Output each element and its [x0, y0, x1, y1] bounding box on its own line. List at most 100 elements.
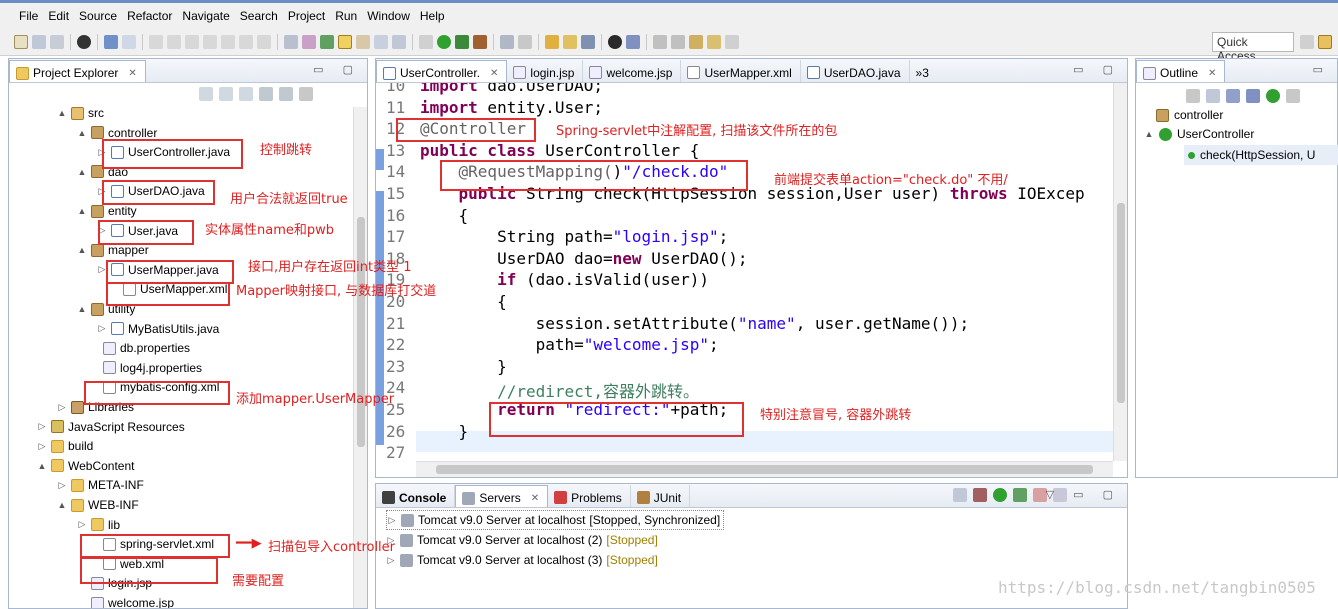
- chevron-right-icon[interactable]: ▷: [57, 402, 67, 413]
- code-line[interactable]: path="welcome.jsp";: [420, 335, 719, 354]
- hide-fields-icon[interactable]: [1226, 89, 1240, 103]
- next-annotation-icon[interactable]: [653, 34, 667, 49]
- chevron-right-icon[interactable]: ▷: [97, 147, 107, 158]
- new-class-icon[interactable]: [518, 34, 532, 49]
- tree-item[interactable]: ▷ UserMapper.java: [97, 260, 219, 280]
- close-icon[interactable]: ✕: [128, 68, 136, 79]
- profile-server-icon[interactable]: [1013, 488, 1027, 502]
- hide-static-icon[interactable]: [1246, 89, 1260, 103]
- word-wrap-icon[interactable]: [356, 34, 370, 49]
- tab-userdao-java[interactable]: UserDAO.java: [801, 60, 910, 82]
- last-edit-icon[interactable]: [689, 34, 703, 49]
- save-all-icon[interactable]: [50, 34, 64, 49]
- mark-occurrences-icon[interactable]: [338, 34, 352, 49]
- menu-refactor[interactable]: Refactor: [122, 9, 177, 23]
- chevron-down-icon[interactable]: ▲: [77, 128, 87, 138]
- forward-icon[interactable]: [725, 34, 739, 49]
- tree-item[interactable]: UserMapper.xml: [109, 279, 227, 299]
- code-line[interactable]: }: [420, 357, 507, 376]
- skip-breakpoints-icon[interactable]: [122, 34, 136, 49]
- task-icon[interactable]: [302, 34, 316, 49]
- save-icon[interactable]: [32, 34, 46, 49]
- explorer-scrollbar[interactable]: [353, 107, 367, 608]
- open-perspective-icon[interactable]: [1300, 34, 1314, 49]
- tree-item[interactable]: ▷ User.java: [97, 221, 179, 241]
- tree-item[interactable]: ▲ mapper: [77, 240, 149, 260]
- tab-usercontroller[interactable]: UserController. ✕: [376, 60, 508, 82]
- code-area[interactable]: 10 import dao.UserDAO; 11 import entity.Use…: [376, 83, 1127, 461]
- chevron-down-icon[interactable]: ▲: [77, 304, 87, 314]
- chevron-right-icon[interactable]: ▷: [57, 480, 67, 491]
- globe-icon[interactable]: [608, 34, 622, 49]
- menu-project[interactable]: Project: [283, 9, 330, 23]
- chevron-down-icon[interactable]: ▲: [37, 461, 47, 471]
- code-line[interactable]: return "redirect:"+path;: [420, 400, 728, 419]
- chevron-down-icon[interactable]: ▲: [57, 500, 67, 510]
- tree-item[interactable]: mybatis-config.xml: [89, 377, 219, 397]
- collapse-all-icon[interactable]: [1186, 89, 1200, 103]
- code-line[interactable]: //redirect,容器外跳转。: [420, 378, 699, 402]
- menu-file[interactable]: File: [14, 9, 43, 23]
- outline-item-package[interactable]: controller: [1156, 105, 1223, 125]
- tree-item[interactable]: welcome.jsp: [77, 593, 174, 608]
- menu-window[interactable]: Window: [362, 9, 415, 23]
- chevron-down-icon[interactable]: ▲: [1144, 129, 1154, 139]
- tree-item[interactable]: ▲ src: [57, 103, 104, 123]
- menu-search[interactable]: Search: [235, 9, 283, 23]
- open-task-icon[interactable]: [563, 34, 577, 49]
- tab-problems[interactable]: Problems: [548, 485, 631, 507]
- menu-run[interactable]: Run: [330, 9, 362, 23]
- new-icon[interactable]: [14, 34, 28, 49]
- minimize-maximize-icon[interactable]: ▭ ▢: [1073, 63, 1121, 76]
- code-line[interactable]: import dao.UserDAO;: [420, 83, 603, 95]
- tree-item[interactable]: ▷ lib: [77, 515, 120, 535]
- tree-item[interactable]: ▷ MyBatisUtils.java: [97, 319, 220, 339]
- chevron-right-icon[interactable]: ▷: [97, 225, 107, 236]
- back-icon[interactable]: [707, 34, 721, 49]
- resume-icon[interactable]: [149, 34, 163, 49]
- scrollbar-thumb[interactable]: [1117, 203, 1125, 403]
- tab-overflow[interactable]: »3: [910, 60, 937, 82]
- minimize-icon[interactable]: ▭: [1313, 63, 1331, 76]
- chevron-down-icon[interactable]: ▲: [77, 245, 87, 255]
- tree-item[interactable]: log4j.properties: [89, 358, 202, 378]
- menu-edit[interactable]: Edit: [43, 9, 74, 23]
- close-icon[interactable]: ✕: [531, 493, 539, 504]
- sort-icon[interactable]: [1206, 89, 1220, 103]
- tree-item[interactable]: login.jsp: [77, 573, 152, 593]
- code-line[interactable]: @RequestMapping()"/check.do": [420, 162, 729, 181]
- scrollbar-thumb[interactable]: [436, 465, 1093, 474]
- server-row[interactable]: ▷ Tomcat v9.0 Server at localhost [Stopped…: [386, 510, 725, 530]
- step-over-icon[interactable]: [239, 34, 253, 49]
- tree-item[interactable]: spring-servlet.xml: [89, 534, 214, 554]
- disconnect-icon[interactable]: [203, 34, 217, 49]
- tab-junit[interactable]: JUnit: [631, 485, 691, 507]
- open-type-icon[interactable]: [545, 34, 559, 49]
- debug-run-icon[interactable]: [419, 34, 433, 49]
- outline-item-method[interactable]: check(HttpSession, U: [1184, 145, 1338, 165]
- tree-item[interactable]: ▷ Libraries: [57, 397, 135, 417]
- tab-servers[interactable]: Servers ✕: [455, 485, 549, 507]
- chevron-down-icon[interactable]: ▲: [77, 167, 87, 177]
- close-icon[interactable]: ✕: [490, 68, 498, 79]
- chevron-right-icon[interactable]: ▷: [97, 186, 107, 197]
- tab-outline[interactable]: Outline ✕: [1136, 60, 1226, 82]
- start-server-icon[interactable]: [993, 488, 1007, 502]
- scrollbar-thumb[interactable]: [357, 217, 365, 447]
- menu-navigate[interactable]: Navigate: [177, 9, 234, 23]
- hide-nonpublic-icon[interactable]: [1266, 89, 1280, 103]
- tree-item[interactable]: ▷ build: [37, 436, 94, 456]
- search-icon[interactable]: [581, 34, 595, 49]
- code-line[interactable]: session.setAttribute("name", user.getNam…: [420, 314, 969, 333]
- code-line[interactable]: import entity.User;: [420, 98, 603, 117]
- debug-server-icon[interactable]: [973, 488, 987, 502]
- java-ee-perspective-icon[interactable]: [1318, 34, 1332, 49]
- hide-local-types-icon[interactable]: [1286, 89, 1300, 103]
- code-line[interactable]: String path="login.jsp";: [420, 227, 728, 246]
- code-line[interactable]: public class UserController {: [420, 141, 699, 160]
- external-tools-icon[interactable]: [473, 34, 487, 49]
- tree-item[interactable]: db.properties: [89, 338, 190, 358]
- code-line[interactable]: @Controller: [420, 119, 526, 138]
- chevron-down-icon[interactable]: ▲: [57, 108, 67, 118]
- tree-item[interactable]: ▷ UserDAO.java: [97, 181, 205, 201]
